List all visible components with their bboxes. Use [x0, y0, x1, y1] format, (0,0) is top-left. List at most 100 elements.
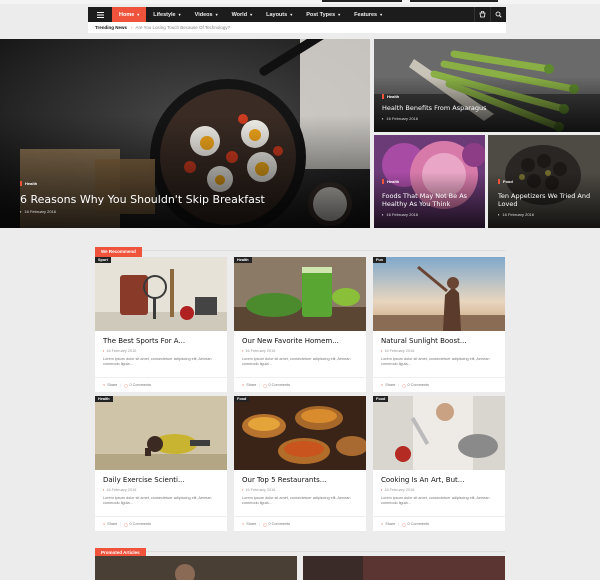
card-image[interactable]: Sport	[95, 257, 227, 331]
search-icon[interactable]	[490, 7, 506, 22]
card-excerpt: Lorem ipsum dolor sit amet, consectetuer…	[381, 496, 490, 505]
chevron-down-icon: ▾	[250, 12, 253, 17]
share-link[interactable]: Share	[246, 522, 256, 526]
cart-icon[interactable]	[474, 7, 490, 22]
article-card[interactable]: Sport The Best Sports For A... ▪ 16 Febru…	[95, 257, 227, 392]
hero-bottom-left[interactable]: Health Foods That May Not Be As Healthy …	[374, 135, 485, 228]
share-link[interactable]: Share	[385, 522, 395, 526]
hero-bottom-right-title[interactable]: Ten Appetizers We Tried And Loved	[498, 192, 596, 208]
card-image[interactable]: Health	[234, 257, 366, 331]
hero-main[interactable]: Health 6 Reasons Why You Shouldn't Skip …	[0, 39, 370, 228]
card-tag[interactable]: Health	[234, 257, 252, 263]
card-date-text: 16 February 2016	[106, 349, 137, 353]
comment-icon: ◻	[124, 522, 128, 527]
card-date-text: 16 February 2016	[384, 488, 415, 492]
nav-item-label: Videos	[194, 11, 213, 18]
comments-link[interactable]: 0 Comments	[408, 383, 430, 387]
share-icon[interactable]: <	[103, 383, 105, 387]
card-title[interactable]: Natural Sunlight Boost...	[381, 337, 467, 345]
card-date: ▪ 16 February 2016	[381, 488, 414, 492]
nav-item-label: Post Types	[306, 11, 336, 18]
card-image[interactable]: Food	[234, 396, 366, 470]
top-strip	[0, 0, 600, 4]
hero-main-category[interactable]: Health	[20, 181, 37, 186]
share-link[interactable]: Share	[385, 383, 395, 387]
hero-top-right[interactable]: Health Health Benefits From Asparagus ▪ 1…	[374, 39, 600, 132]
green-smoothie-image	[234, 257, 366, 331]
hero-main-date-text: 16 February 2016	[24, 209, 56, 214]
hero-bottom-left-category[interactable]: Health	[382, 179, 399, 184]
hero-bottom-left-title[interactable]: Foods That May Not Be As Healthy As You …	[382, 192, 482, 208]
article-card[interactable]: Health Daily Exercise Scienti... ▪ 16 Feb…	[95, 396, 227, 531]
card-tag[interactable]: Health	[95, 396, 113, 402]
card-title[interactable]: Our Top 5 Restaurants...	[242, 476, 326, 484]
nav-item-features[interactable]: Features ▾	[347, 7, 389, 22]
promoted-card-image[interactable]	[95, 556, 297, 580]
comment-icon: ◻	[263, 522, 267, 527]
share-link[interactable]: Share	[107, 522, 117, 526]
nav-item-lifestyle[interactable]: Lifestyle ▾	[146, 7, 187, 22]
promoted-card-image[interactable]	[303, 556, 505, 580]
article-card[interactable]: Food Cooking Is An Art, But... ▪ 16 Febru…	[373, 396, 505, 531]
comment-icon: ◻	[263, 383, 267, 388]
card-footer: < Share | ◻ 0 Comments	[95, 516, 227, 531]
article-card[interactable]: Food Our Top 5 Restaurants... ▪ 16 Februa…	[234, 396, 366, 531]
card-excerpt: Lorem ipsum dolor sit amet, consectetuer…	[242, 357, 351, 366]
card-image[interactable]: Health	[95, 396, 227, 470]
card-excerpt: Lorem ipsum dolor sit amet, consectetuer…	[103, 496, 212, 505]
share-icon[interactable]: <	[242, 383, 244, 387]
article-card[interactable]: Health Our New Favorite Homem... ▪ 16 Feb…	[234, 257, 366, 392]
card-tag[interactable]: Sport	[95, 257, 111, 263]
card-image[interactable]: Food	[373, 396, 505, 470]
arrow-right-icon: ›	[131, 25, 133, 30]
card-footer: < Share | ◻ 0 Comments	[234, 377, 366, 392]
chevron-down-icon: ▾	[137, 12, 140, 17]
share-icon[interactable]: <	[242, 522, 244, 526]
share-icon[interactable]: <	[381, 383, 383, 387]
comments-link[interactable]: 0 Comments	[408, 522, 430, 526]
card-title[interactable]: Cooking Is An Art, But...	[381, 476, 464, 484]
card-footer: < Share | ◻ 0 Comments	[95, 377, 227, 392]
nav-item-post-types[interactable]: Post Types ▾	[299, 7, 347, 22]
chevron-down-icon: ▾	[338, 12, 341, 17]
trending-headline[interactable]: Are You Losing Touch Because Of Technolo…	[136, 25, 231, 30]
share-icon[interactable]: <	[381, 522, 383, 526]
comments-link[interactable]: 0 Comments	[269, 522, 291, 526]
nav-item-world[interactable]: World ▾	[225, 7, 260, 22]
card-tag[interactable]: Fun	[373, 257, 386, 263]
comments-link[interactable]: 0 Comments	[269, 383, 291, 387]
share-icon[interactable]: <	[103, 522, 105, 526]
card-image[interactable]: Fun	[373, 257, 505, 331]
nav-item-label: Home	[119, 11, 135, 18]
nav-item-home[interactable]: Home ▾	[112, 7, 147, 22]
calendar-icon: ▪	[103, 488, 105, 492]
card-tag[interactable]: Food	[373, 396, 389, 402]
card-excerpt: Lorem ipsum dolor sit amet, consectetuer…	[103, 357, 212, 366]
card-title[interactable]: Our New Favorite Homem...	[242, 337, 339, 345]
share-link[interactable]: Share	[107, 383, 117, 387]
calendar-icon: ▪	[381, 488, 383, 492]
nav-item-videos[interactable]: Videos ▾	[188, 7, 225, 22]
card-title[interactable]: Daily Exercise Scienti...	[103, 476, 185, 484]
share-link[interactable]: Share	[246, 383, 256, 387]
hero-bottom-right[interactable]: Food Ten Appetizers We Tried And Loved ▪…	[488, 135, 600, 228]
restaurant-dishes-image	[234, 396, 366, 470]
hamburger-icon[interactable]	[88, 7, 112, 22]
hero-bottom-right-category[interactable]: Food	[498, 179, 513, 184]
card-title[interactable]: The Best Sports For A...	[103, 337, 185, 345]
recommend-header: We Recommend	[95, 240, 505, 257]
comments-link[interactable]: 0 Comments	[130, 383, 152, 387]
hero-top-right-category[interactable]: Health	[382, 94, 399, 99]
card-date-text: 16 February 2016	[245, 349, 276, 353]
card-tag[interactable]: Food	[234, 396, 250, 402]
hero-main-title[interactable]: 6 Reasons Why You Shouldn't Skip Breakfa…	[20, 193, 265, 206]
article-card[interactable]: Fun Natural Sunlight Boost... ▪ 16 Februa…	[373, 257, 505, 392]
comments-link[interactable]: 0 Comments	[130, 522, 152, 526]
chevron-down-icon: ▾	[215, 12, 218, 17]
nav-item-layouts[interactable]: Layouts ▾	[259, 7, 299, 22]
promoted-image	[95, 556, 297, 580]
hero-top-right-title[interactable]: Health Benefits From Asparagus	[382, 104, 486, 112]
divider: |	[398, 383, 400, 387]
card-excerpt: Lorem ipsum dolor sit amet, consectetuer…	[242, 496, 351, 505]
calendar-icon: ▪	[382, 116, 384, 121]
